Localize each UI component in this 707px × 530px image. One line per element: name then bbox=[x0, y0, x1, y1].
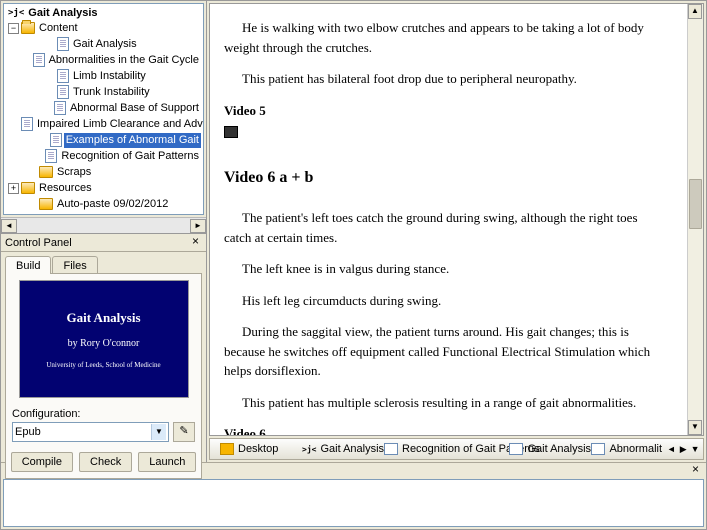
taskbar-prev[interactable]: ◄ bbox=[666, 441, 676, 457]
app-icon: >j< bbox=[302, 445, 316, 454]
task-item[interactable]: Recognition of Gait Patterns bbox=[377, 440, 500, 458]
tree-item[interactable]: Abnormal Base of Support bbox=[6, 100, 203, 116]
left-sidebar: >j< Gait Analysis − Content Gait Analysi… bbox=[1, 1, 207, 462]
document-content[interactable]: He is walking with two elbow crutches an… bbox=[210, 4, 687, 435]
tree-folder-content[interactable]: − Content bbox=[6, 20, 203, 36]
tree-item[interactable]: Impaired Limb Clearance and Advancem bbox=[6, 116, 203, 132]
config-select[interactable]: Epub ▼ bbox=[12, 422, 169, 442]
vertical-scrollbar[interactable]: ▲ ▼ bbox=[687, 4, 703, 435]
edit-config-button[interactable]: ✎ bbox=[173, 422, 195, 442]
task-item[interactable]: Gait Analysis bbox=[502, 440, 582, 458]
preview-title: Gait Analysis bbox=[66, 310, 140, 326]
tree-folder-scraps[interactable]: Scraps bbox=[6, 164, 203, 180]
file-icon bbox=[45, 149, 57, 163]
video-thumbnail[interactable] bbox=[224, 126, 238, 138]
launch-button[interactable]: Launch bbox=[138, 452, 196, 472]
close-icon[interactable]: × bbox=[189, 236, 202, 249]
document-taskbar: Desktop >j<Gait Analysis Recognition of … bbox=[209, 438, 704, 460]
paragraph: This patient has multiple sclerosis resu… bbox=[224, 393, 663, 413]
editor-area: He is walking with two elbow crutches an… bbox=[209, 3, 704, 436]
file-icon bbox=[50, 133, 62, 147]
file-icon bbox=[57, 37, 69, 51]
folder-icon bbox=[39, 198, 53, 210]
control-panel-title: Control Panel bbox=[5, 237, 72, 249]
tree-folder-resources[interactable]: +Resources bbox=[6, 180, 203, 196]
scroll-down-button[interactable]: ▼ bbox=[688, 420, 702, 435]
tree-item[interactable]: Limb Instability bbox=[6, 68, 203, 84]
app-icon: >j< bbox=[8, 8, 24, 18]
close-icon[interactable]: × bbox=[689, 464, 702, 477]
expand-toggle[interactable]: − bbox=[8, 23, 19, 34]
paragraph: During the saggital view, the patient tu… bbox=[224, 322, 663, 381]
app-window: >j< Gait Analysis − Content Gait Analysi… bbox=[0, 0, 707, 530]
tree-item-label: Content bbox=[37, 21, 80, 36]
horizontal-scrollbar[interactable]: ◄ ► bbox=[1, 217, 206, 233]
file-icon bbox=[57, 69, 69, 83]
tree-item-selected[interactable]: Examples of Abnormal Gait bbox=[6, 132, 203, 148]
tree-item[interactable]: Abnormalities in the Gait Cycle bbox=[6, 52, 203, 68]
expand-toggle[interactable]: + bbox=[8, 183, 19, 194]
preview-thumbnail[interactable]: Gait Analysis by Rory O'connor Universit… bbox=[19, 280, 189, 398]
config-value: Epub bbox=[15, 426, 41, 438]
tab-body: Gait Analysis by Rory O'connor Universit… bbox=[5, 273, 202, 479]
chevron-down-icon: ▼ bbox=[151, 424, 166, 440]
tab-strip: Build Files bbox=[1, 252, 206, 274]
task-item[interactable]: >j<Gait Analysis bbox=[295, 440, 375, 458]
file-icon bbox=[384, 443, 398, 455]
tab-build[interactable]: Build bbox=[5, 256, 51, 274]
paragraph: The patient's left toes catch the ground… bbox=[224, 208, 663, 247]
file-icon bbox=[54, 101, 66, 115]
tree-folder-autopaste[interactable]: Auto-paste 09/02/2012 bbox=[6, 196, 203, 212]
compile-button[interactable]: Compile bbox=[11, 452, 73, 472]
config-label: Configuration: bbox=[12, 408, 195, 420]
taskbar-next[interactable]: ▶ bbox=[678, 441, 688, 457]
paragraph: He is walking with two elbow crutches an… bbox=[224, 18, 663, 57]
heading-video5: Video 5 bbox=[224, 101, 663, 121]
tree-item[interactable]: Gait Analysis bbox=[6, 36, 203, 52]
tab-files[interactable]: Files bbox=[52, 256, 97, 274]
tree-root[interactable]: >j< Gait Analysis bbox=[6, 6, 203, 20]
right-pane: He is walking with two elbow crutches an… bbox=[207, 1, 706, 462]
folder-icon bbox=[21, 182, 35, 194]
preview-org: University of Leeds, School of Medicine bbox=[46, 361, 160, 369]
preview-author: by Rory O'connor bbox=[68, 338, 140, 349]
paragraph: The left knee is in valgus during stance… bbox=[224, 259, 663, 279]
folder-icon bbox=[39, 166, 53, 178]
scroll-left-button[interactable]: ◄ bbox=[1, 219, 17, 233]
scroll-thumb[interactable] bbox=[689, 179, 702, 229]
file-icon bbox=[21, 117, 33, 131]
tree-panel: >j< Gait Analysis − Content Gait Analysi… bbox=[1, 1, 206, 234]
task-desktop[interactable]: Desktop bbox=[213, 440, 293, 458]
file-icon bbox=[591, 443, 605, 455]
control-panel-header: Control Panel × bbox=[1, 234, 206, 252]
folder-icon bbox=[21, 22, 35, 34]
heading-video6ab: Video 6 a + b bbox=[224, 166, 663, 190]
desktop-icon bbox=[220, 443, 234, 455]
tree-view[interactable]: >j< Gait Analysis − Content Gait Analysi… bbox=[3, 3, 204, 215]
heading-video6: Video 6 bbox=[224, 424, 663, 435]
taskbar-menu[interactable]: ▼ bbox=[690, 441, 700, 457]
check-button[interactable]: Check bbox=[79, 452, 132, 472]
file-icon bbox=[57, 85, 69, 99]
file-icon bbox=[33, 53, 45, 67]
scroll-track[interactable] bbox=[688, 19, 703, 420]
log-body[interactable] bbox=[3, 479, 704, 527]
scroll-up-button[interactable]: ▲ bbox=[688, 4, 702, 19]
tree-item[interactable]: Recognition of Gait Patterns bbox=[6, 148, 203, 164]
main-area: >j< Gait Analysis − Content Gait Analysi… bbox=[1, 1, 706, 462]
paragraph: This patient has bilateral foot drop due… bbox=[224, 69, 663, 89]
paragraph: His left leg circumducts during swing. bbox=[224, 291, 663, 311]
tree-item[interactable]: Trunk Instability bbox=[6, 84, 203, 100]
scroll-right-button[interactable]: ► bbox=[190, 219, 206, 233]
tree-root-label: Gait Analysis bbox=[28, 7, 97, 19]
task-item[interactable]: Abnormalit bbox=[584, 440, 664, 458]
file-icon bbox=[509, 443, 523, 455]
